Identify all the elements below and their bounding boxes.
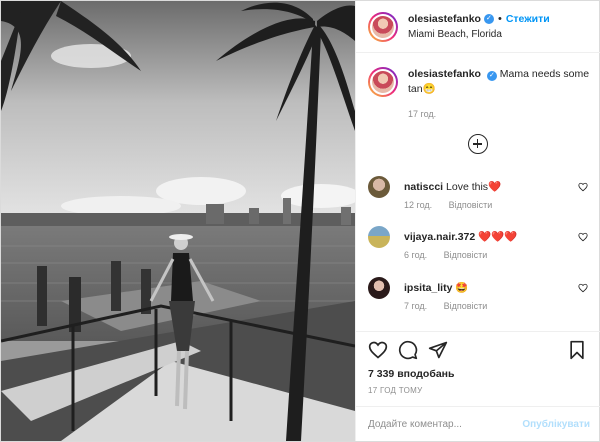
comment-item: ipsita_lity 🤩 7 год. Відповісти xyxy=(368,277,590,317)
author-username[interactable]: olesiastefanko xyxy=(408,12,481,26)
publish-button[interactable]: Опублікувати xyxy=(522,419,590,430)
comment-item: natiscci Love this❤️ 12 год. Відповісти xyxy=(368,176,590,216)
comment-item: vijaya.nair.372 ❤️❤️❤️ 6 год. Відповісти xyxy=(368,226,590,266)
caption-time: 17 год. xyxy=(408,109,437,119)
reply-button[interactable]: Відповісти xyxy=(444,250,488,260)
like-comment-heart-icon[interactable] xyxy=(578,232,588,242)
comment-input[interactable]: Додайте коментар... xyxy=(368,419,462,430)
side-panel: olesiastefanko ✓ • Стежити Miami Beach, … xyxy=(355,1,600,441)
caption-avatar[interactable] xyxy=(368,67,398,97)
like-comment-heart-icon[interactable] xyxy=(578,182,588,192)
comment-text: 🤩 xyxy=(455,282,469,294)
comment-time: 6 год. xyxy=(404,250,428,260)
commenter-username[interactable]: vijaya.nair.372 xyxy=(404,231,475,243)
caption-username[interactable]: olesiastefanko xyxy=(408,68,481,80)
comment-text: Love this❤️ xyxy=(446,181,502,193)
location-link[interactable]: Miami Beach, Florida xyxy=(408,28,550,42)
caption: olesiastefanko ✓ Mama needs some tan😁 17… xyxy=(368,67,590,119)
like-comment-heart-icon[interactable] xyxy=(578,283,588,293)
plus-circle-icon[interactable] xyxy=(468,134,488,154)
commenter-username[interactable]: natiscci xyxy=(404,181,443,193)
commenter-avatar[interactable] xyxy=(368,176,390,198)
reply-button[interactable]: Відповісти xyxy=(449,200,493,210)
follow-button[interactable]: Стежити xyxy=(506,12,550,26)
comment-time: 7 год. xyxy=(404,301,428,311)
comment-icon[interactable] xyxy=(398,340,418,360)
separator-dot: • xyxy=(497,12,502,25)
likes-count[interactable]: 7 339 вподобань xyxy=(368,368,454,380)
reply-button[interactable]: Відповісти xyxy=(444,301,488,311)
verified-badge-icon: ✓ xyxy=(483,13,494,24)
add-comment-bar: Додайте коментар... Опублікувати xyxy=(356,406,600,442)
post-photo[interactable] xyxy=(1,1,355,441)
commenter-avatar[interactable] xyxy=(368,226,390,248)
post-timestamp: 17 ГОД ТОМУ xyxy=(368,386,423,395)
author-avatar[interactable] xyxy=(368,11,398,42)
commenter-avatar[interactable] xyxy=(368,277,390,299)
comment-time: 12 год. xyxy=(404,200,433,210)
share-icon[interactable] xyxy=(428,340,448,360)
bookmark-icon[interactable] xyxy=(568,340,586,360)
post-card: olesiastefanko ✓ • Стежити Miami Beach, … xyxy=(0,0,600,442)
verified-badge-icon: ✓ xyxy=(486,71,497,81)
post-actions: 7 339 вподобань 17 ГОД ТОМУ Додайте коме… xyxy=(356,331,600,441)
photo-scene xyxy=(1,1,355,441)
heart-icon[interactable] xyxy=(368,340,388,360)
post-header: olesiastefanko ✓ • Стежити Miami Beach, … xyxy=(356,1,600,53)
commenter-username[interactable]: ipsita_lity xyxy=(404,282,452,294)
comment-text: ❤️❤️❤️ xyxy=(478,231,518,243)
